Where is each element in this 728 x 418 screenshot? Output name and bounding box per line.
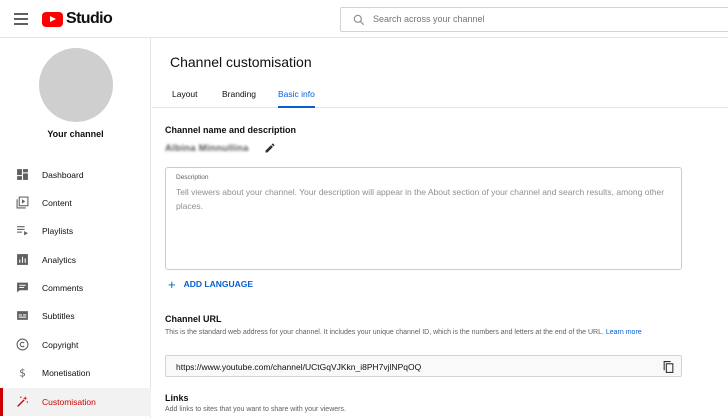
sidebar-item-label: Content bbox=[42, 198, 72, 208]
sidebar-item-comments[interactable]: Comments bbox=[0, 274, 151, 302]
sidebar-item-monetisation[interactable]: $ Monetisation bbox=[0, 359, 151, 387]
sidebar-item-label: Monetisation bbox=[42, 368, 91, 378]
channel-url-help-text: This is the standard web address for you… bbox=[165, 329, 604, 336]
tab-branding[interactable]: Branding bbox=[222, 89, 256, 108]
channel-avatar[interactable] bbox=[39, 48, 113, 122]
top-bar: Studio Search across your channel bbox=[0, 0, 728, 38]
sidebar-item-playlists[interactable]: Playlists bbox=[0, 217, 151, 245]
channel-url-value: https://www.youtube.com/channel/UCtGqVJK… bbox=[176, 362, 422, 372]
logo-text: Studio bbox=[66, 10, 113, 27]
sidebar-item-label: Copyright bbox=[42, 340, 79, 350]
section-title-name-description: Channel name and description bbox=[165, 125, 297, 135]
sidebar-item-analytics[interactable]: Analytics bbox=[0, 246, 151, 274]
tab-bar: Layout Branding Basic info bbox=[152, 82, 728, 108]
description-placeholder: Tell viewers about your channel. Your de… bbox=[176, 187, 665, 211]
sidebar-item-subtitles[interactable]: Subtitles bbox=[0, 302, 151, 330]
menu-icon[interactable] bbox=[14, 13, 28, 25]
youtube-play-icon bbox=[42, 11, 63, 27]
sidebar: Your channel Dashboard Content Playlists… bbox=[0, 38, 151, 418]
section-title-channel-url: Channel URL bbox=[165, 314, 222, 324]
copyright-icon bbox=[16, 338, 29, 351]
dashboard-icon bbox=[17, 169, 28, 180]
search-placeholder: Search across your channel bbox=[373, 14, 485, 24]
add-language-label: ADD LANGUAGE bbox=[183, 279, 254, 289]
comments-icon bbox=[17, 282, 28, 293]
sidebar-item-label: Comments bbox=[42, 283, 84, 293]
edit-pencil-icon[interactable] bbox=[264, 142, 276, 154]
subtitles-icon bbox=[17, 311, 28, 320]
copy-icon[interactable] bbox=[662, 360, 675, 374]
sidebar-item-label: Playlists bbox=[42, 226, 74, 236]
tab-layout[interactable]: Layout bbox=[172, 89, 198, 108]
plus-icon: + bbox=[168, 276, 176, 292]
sidebar-item-dashboard[interactable]: Dashboard bbox=[0, 161, 151, 189]
add-language-button[interactable]: + ADD LANGUAGE bbox=[168, 276, 254, 292]
sidebar-item-label: Subtitles bbox=[42, 311, 75, 321]
tab-basic-info[interactable]: Basic info bbox=[278, 89, 315, 108]
customisation-icon bbox=[17, 396, 29, 407]
main-content: Channel customisation Layout Branding Ba… bbox=[152, 38, 728, 418]
sidebar-item-label: Dashboard bbox=[42, 170, 84, 180]
channel-url-field[interactable]: https://www.youtube.com/channel/UCtGqVJK… bbox=[165, 355, 682, 377]
svg-text:$: $ bbox=[19, 367, 26, 379]
playlists-icon bbox=[17, 226, 28, 236]
channel-url-help: This is the standard web address for you… bbox=[165, 327, 695, 338]
page-title: Channel customisation bbox=[170, 54, 312, 70]
channel-name: Albina Minnullina bbox=[165, 143, 249, 154]
sidebar-item-customisation[interactable]: Customisation bbox=[0, 388, 151, 416]
search-icon bbox=[353, 14, 365, 26]
your-channel-label: Your channel bbox=[47, 129, 104, 139]
description-field[interactable]: Description Tell viewers about your chan… bbox=[165, 167, 682, 270]
description-label: Description bbox=[176, 174, 209, 181]
content-icon bbox=[16, 196, 29, 209]
links-help: Add links to sites that you want to shar… bbox=[165, 406, 346, 413]
search-input[interactable]: Search across your channel bbox=[340, 7, 728, 32]
sidebar-item-label: Customisation bbox=[42, 397, 96, 407]
monetisation-icon: $ bbox=[19, 367, 26, 379]
analytics-icon bbox=[17, 254, 28, 265]
sidebar-item-label: Analytics bbox=[42, 255, 77, 265]
studio-logo[interactable]: Studio bbox=[42, 10, 113, 28]
section-title-links: Links bbox=[165, 393, 189, 403]
sidebar-item-copyright[interactable]: Copyright bbox=[0, 331, 151, 359]
learn-more-link[interactable]: Learn more bbox=[606, 329, 642, 336]
sidebar-item-content[interactable]: Content bbox=[0, 189, 151, 217]
